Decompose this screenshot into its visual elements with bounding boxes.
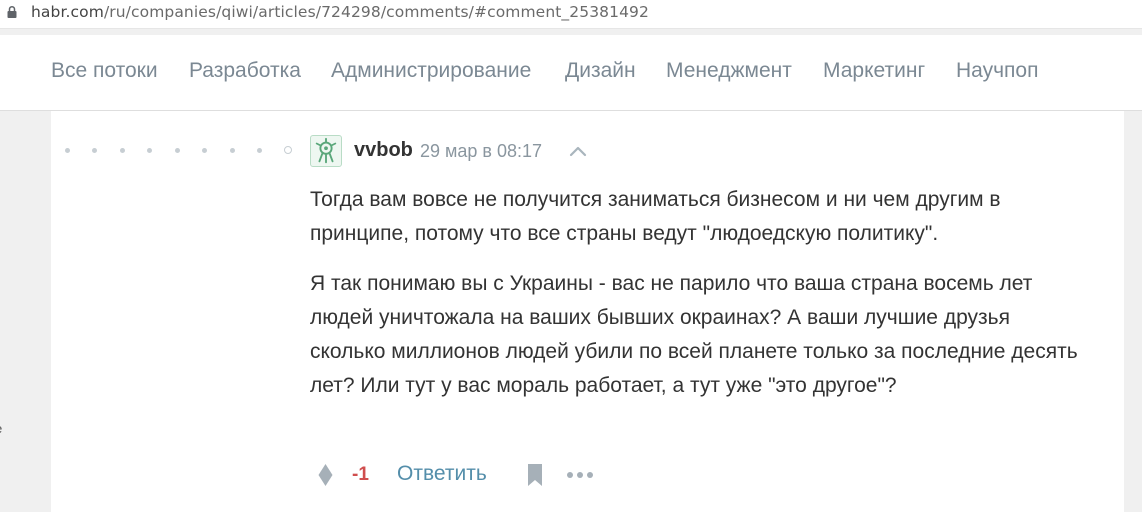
url-path: /ru/companies/qiwi/articles/724298/comme… (103, 3, 649, 21)
nav-item-popsci[interactable]: Научпоп (956, 59, 1038, 83)
lock-icon[interactable] (5, 5, 19, 19)
nav-item-develop[interactable]: Разработка (189, 59, 301, 83)
nav-item-all[interactable]: Все потоки (51, 59, 158, 83)
nav-item-admin[interactable]: Администрирование (331, 59, 531, 83)
thread-dot (120, 148, 125, 153)
thread-dot-current (284, 146, 292, 154)
url-text[interactable]: habr.com/ru/companies/qiwi/articles/7242… (31, 3, 649, 21)
comment-timestamp[interactable]: 29 мар в 08:17 (420, 141, 542, 162)
nav-item-design[interactable]: Дизайн (565, 59, 636, 83)
thread-dot (65, 148, 70, 153)
chevron-up-icon[interactable] (568, 143, 588, 159)
flows-nav: Все потоки Разработка Администрирование … (0, 35, 1142, 111)
thread-dot (175, 148, 180, 153)
edge-text-fragment: е (0, 421, 2, 436)
comment-paragraph: Я так понимаю вы с Украины - вас не пари… (310, 272, 1078, 397)
comment-paragraph: Тогда вам вовсе не получится заниматься … (310, 188, 1001, 245)
comment-score: -1 (352, 464, 369, 485)
thread-dot (202, 148, 207, 153)
comment-author[interactable]: vvbob (354, 139, 413, 162)
robot-avatar-icon[interactable] (310, 135, 342, 167)
thread-dot (92, 148, 97, 153)
thread-dot (147, 148, 152, 153)
thread-dot (230, 148, 235, 153)
comment-footer: -1 Ответить (310, 456, 910, 492)
comment-body: Тогда вам вовсе не получится заниматься … (310, 183, 1085, 419)
nav-item-management[interactable]: Менеджмент (666, 59, 792, 83)
nav-item-marketing[interactable]: Маркетинг (823, 59, 925, 83)
thread-dot (257, 148, 262, 153)
url-domain: habr.com (31, 3, 104, 21)
bookmark-icon[interactable] (526, 463, 544, 487)
address-bar[interactable]: habr.com/ru/companies/qiwi/articles/7242… (0, 0, 1142, 29)
vote-diamond-icon[interactable] (317, 463, 334, 487)
more-dots-icon[interactable] (566, 471, 594, 479)
reply-button[interactable]: Ответить (397, 462, 487, 486)
